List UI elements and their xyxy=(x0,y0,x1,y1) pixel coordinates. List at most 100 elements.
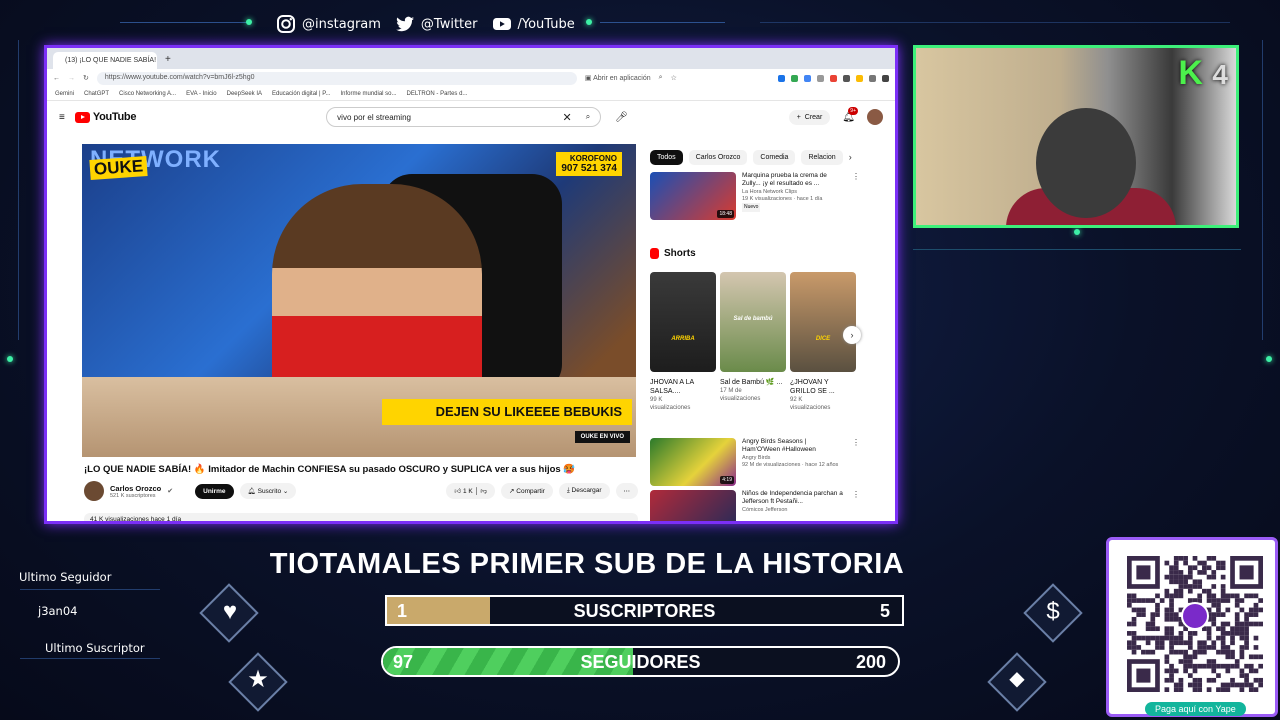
chip-carlos-orozco[interactable]: Carlos Orozco xyxy=(688,150,748,165)
social-instagram: @instagram xyxy=(276,14,381,34)
rec-title: Angry Birds Seasons | Ham'O'Ween #Hallow… xyxy=(742,438,816,454)
list-item[interactable]: Niños de Independencia parchan a Jeffers… xyxy=(650,490,860,521)
side-deco-line-right xyxy=(1262,40,1263,340)
search-icon[interactable]: ⌕ xyxy=(586,112,590,122)
avatar[interactable] xyxy=(867,109,883,125)
video-title: ¡LO QUE NADIE SABÍA! 🔥 Imitador de Machi… xyxy=(84,464,576,475)
short-item[interactable]: Sal de bambú Sal de Bambú 🌿 ... 17 M de … xyxy=(720,272,786,412)
rec-channel: Angry Birds xyxy=(742,454,771,461)
rec-meta: Angry Birds Seasons | Ham'O'Ween #Hallow… xyxy=(742,438,846,486)
short-thumbnail: Sal de bambú xyxy=(720,272,786,372)
menu-icon[interactable]: ≡ xyxy=(59,112,65,123)
subscribed-button[interactable]: 🔔︎ Suscrito ⌄ xyxy=(239,483,297,499)
new-tab-button[interactable]: + xyxy=(157,50,179,69)
followers-goal-bar: SEGUIDORES 97 200 xyxy=(381,646,900,677)
yape-qr-card[interactable]: Paga aquí con Yape xyxy=(1106,537,1278,717)
short-views-word: visualizaciones xyxy=(650,405,691,412)
extension-icon[interactable] xyxy=(791,74,798,82)
twitter-handle: @Twitter xyxy=(420,16,478,32)
extension-icon[interactable] xyxy=(882,74,889,82)
bookmark-item[interactable]: DeepSeek IA xyxy=(227,91,262,97)
webcam-feed: K 4 xyxy=(913,45,1239,228)
open-in-app-button[interactable]: ▣ Abrir en aplicación xyxy=(585,74,651,82)
chip-comedia[interactable]: Comedia xyxy=(753,150,796,165)
goal-title: TIOTAMALES PRIMER SUB DE LA HISTORIA xyxy=(269,548,905,580)
video-player[interactable]: NETWORK OUKE KOROFONO 907 521 374 DEJEN … xyxy=(82,144,636,457)
extension-icon[interactable] xyxy=(778,74,785,82)
rec-channel: Cómicos Jefferson xyxy=(742,506,788,513)
short-item[interactable]: ARRIBA JHOVAN A LA SALSA.... 99 K visual… xyxy=(650,272,716,412)
shorts-heading: Shorts xyxy=(650,248,696,259)
bookmark-item[interactable]: Educación digital | P... xyxy=(272,91,331,97)
channel-avatar[interactable] xyxy=(84,481,104,501)
side-deco-dot-left xyxy=(7,356,13,362)
rec-more-icon[interactable]: ⋮ xyxy=(852,172,860,220)
rec-more-icon[interactable]: ⋮ xyxy=(852,490,860,521)
short-caption: Sal de bambú xyxy=(733,316,773,322)
short-thumbnail: DICE xyxy=(790,272,856,372)
tab-youtube-video[interactable]: (13) ¡LO QUE NADIE SABÍA! ✕ xyxy=(53,52,157,69)
rec-thumbnail xyxy=(650,490,736,521)
back-icon[interactable]: ← xyxy=(53,75,60,82)
chip-relacion[interactable]: Relacion xyxy=(801,150,843,165)
video-actions: 👍︎ 1 K │ 👎︎ ↗ Compartir ⤓ Descargar ⋯ xyxy=(446,483,638,499)
yape-caption: Paga aquí con Yape xyxy=(1145,702,1246,716)
notifications-bell-icon[interactable]: 🔔︎ 9+ xyxy=(842,106,858,123)
address-bar: ← → ↻ https://www.youtube.com/watch?v=bm… xyxy=(47,69,895,87)
chat-panel-frame xyxy=(913,249,1241,523)
youtube-logo[interactable]: YouTube xyxy=(74,111,137,123)
video-views: 41 K visualizaciones hace 1 día xyxy=(90,516,182,523)
rec-stats: 19 K visualizaciones · hace 1 día xyxy=(742,196,823,203)
social-bar: @instagram @Twitter /YouTube xyxy=(276,12,575,36)
extension-icon[interactable] xyxy=(843,74,850,82)
extensions-area xyxy=(778,74,889,82)
join-button[interactable]: Unirme xyxy=(195,483,234,499)
chip-todos[interactable]: Todos xyxy=(650,150,683,165)
shorts-heading-label: Shorts xyxy=(664,248,696,259)
video-description-box[interactable]: 41 K visualizaciones hace 1 día xyxy=(84,513,638,523)
rec-stats: 92 M de visualizaciones · hace 12 años xyxy=(742,462,839,469)
bookmark-item[interactable]: Cisco Networking A... xyxy=(119,91,176,97)
microphone-icon[interactable]: 🎤︎ xyxy=(615,112,628,123)
webcam-person-head xyxy=(1036,108,1136,218)
list-item[interactable]: 4:19 Angry Birds Seasons | Ham'O'Ween #H… xyxy=(650,438,860,486)
like-count: 1 K xyxy=(462,488,473,495)
create-button[interactable]: + Crear xyxy=(788,109,831,125)
extension-icon[interactable] xyxy=(856,74,863,82)
search-input[interactable]: vivo por el streaming ✕ ⌕ xyxy=(326,107,602,127)
plus-icon: + xyxy=(796,113,801,121)
extension-icon[interactable] xyxy=(869,74,876,82)
shorts-next-button[interactable]: › xyxy=(843,326,861,344)
youtube-logo-text: YouTube xyxy=(92,111,137,123)
bookmark-item[interactable]: EVA - Inicio xyxy=(186,91,217,97)
zoom-icon[interactable]: ⌕ xyxy=(659,74,663,82)
channel-name[interactable]: Carlos Orozco xyxy=(110,484,161,493)
bookmark-item[interactable]: ChatGPT xyxy=(84,91,109,97)
video-overlay-phone: KOROFONO 907 521 374 xyxy=(556,152,622,176)
subscribers-current: 1 xyxy=(397,601,408,621)
like-button[interactable]: 👍︎ 1 K │ 👎︎ xyxy=(446,483,496,499)
download-button[interactable]: ⤓ Descargar xyxy=(558,483,610,499)
video-overlay-banner: DEJEN SU LIKEEEE BEBUKIS xyxy=(382,399,632,425)
bookmark-item[interactable]: Gemini xyxy=(55,91,74,97)
clear-search-icon[interactable]: ✕ xyxy=(562,111,571,124)
url-field[interactable]: https://www.youtube.com/watch?v=bmJ6l-z5… xyxy=(96,71,577,85)
rec-more-icon[interactable]: ⋮ xyxy=(852,438,860,486)
more-actions-icon[interactable]: ⋯ xyxy=(615,483,638,499)
social-youtube: /YouTube xyxy=(492,14,575,34)
extension-icon[interactable] xyxy=(804,74,811,82)
forward-icon[interactable]: → xyxy=(68,75,75,82)
instagram-icon xyxy=(277,15,295,33)
bookmark-star-icon[interactable]: ☆ xyxy=(671,74,677,82)
gem-icon: ◆ xyxy=(1009,668,1025,690)
tab-bar: (13) ¡LO QUE NADIE SABÍA! ✕ + xyxy=(47,48,895,69)
list-item[interactable]: 18:48 Marquina prueba la crema de Zully.… xyxy=(650,172,860,220)
last-follower-name: j3an04 xyxy=(38,604,78,618)
share-button[interactable]: ↗ Compartir xyxy=(501,483,553,499)
extension-icon[interactable] xyxy=(817,74,824,82)
reload-icon[interactable]: ↻ xyxy=(83,74,89,82)
bookmark-item[interactable]: DELTRON - Partes d... xyxy=(407,91,468,97)
extension-icon[interactable] xyxy=(830,74,837,82)
chevron-right-icon[interactable]: › xyxy=(849,150,852,165)
bookmark-item[interactable]: Informe mundial so... xyxy=(341,91,397,97)
